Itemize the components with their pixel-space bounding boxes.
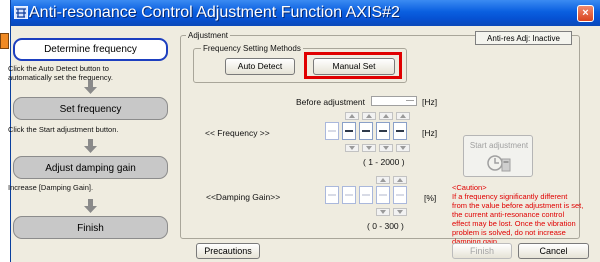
gain-digit (359, 186, 373, 204)
before-adjustment-label: Before adjustment (296, 97, 365, 107)
precautions-button[interactable]: Precautions (196, 243, 260, 259)
anti-res-status-button[interactable]: Anti-res Adj: Inactive (475, 31, 572, 45)
triangle-up-icon (400, 114, 406, 118)
gain-range: ( 0 - 300 ) (367, 221, 404, 231)
title-bar[interactable]: Anti-resonance Control Adjustment Functi… (11, 0, 600, 26)
triangle-up-icon (349, 114, 355, 118)
step-adjust-damping: Adjust damping gain (13, 156, 168, 179)
step-note-determine: Click the Auto Detect button to automati… (8, 64, 113, 82)
triangle-up-icon (366, 114, 372, 118)
frequency-label: << Frequency >> (205, 128, 270, 138)
clock-calculator-icon (487, 155, 511, 172)
step-label: Adjust damping gain (45, 163, 136, 174)
percent-unit-label: [%] (424, 193, 437, 203)
gain-digit (325, 186, 339, 204)
damping-gain-label: <<Damping Gain>> (206, 192, 281, 202)
gain-digit (376, 186, 390, 204)
frequency-down-button[interactable] (379, 144, 393, 152)
down-arrow-icon (84, 80, 97, 94)
hz-unit-label-frequency: [Hz] (422, 128, 438, 138)
step-label: Finish (77, 223, 104, 234)
desktop-icon[interactable] (0, 33, 9, 49)
gain-down-button[interactable] (376, 208, 390, 216)
frequency-digit (342, 122, 356, 140)
frequency-digit (376, 122, 390, 140)
triangle-down-icon (400, 146, 406, 150)
gain-down-button[interactable] (393, 208, 407, 216)
close-button[interactable]: × (577, 5, 594, 22)
before-adjustment-value: ---- (371, 96, 417, 106)
down-arrow-icon (84, 199, 97, 213)
gain-digit (393, 186, 407, 204)
close-icon: × (582, 7, 589, 19)
frequency-down-button[interactable] (345, 144, 359, 152)
app-icon (14, 6, 28, 19)
gain-digit (342, 186, 356, 204)
frequency-up-button[interactable] (345, 112, 359, 120)
triangle-down-icon (380, 210, 386, 214)
auto-detect-button[interactable]: Auto Detect (225, 58, 295, 75)
frequency-up-button[interactable] (362, 112, 376, 120)
adjustment-group-label: Adjustment (186, 31, 231, 40)
step-label: Set frequency (59, 104, 122, 115)
triangle-down-icon (397, 210, 403, 214)
gain-up-button[interactable] (393, 176, 407, 184)
frequency-digit (359, 122, 373, 140)
step-finish: Finish (13, 216, 168, 239)
manual-set-highlight (304, 52, 402, 79)
gain-up-button[interactable] (376, 176, 390, 184)
triangle-down-icon (349, 146, 355, 150)
step-note-set: Click the Start adjustment button. (8, 125, 119, 134)
triangle-up-icon (380, 178, 386, 182)
frequency-up-button[interactable] (396, 112, 410, 120)
frequency-range: ( 1 - 2000 ) (363, 157, 405, 167)
triangle-up-icon (397, 178, 403, 182)
step-label: Determine frequency (44, 44, 137, 55)
start-adjustment-button[interactable]: Start adjustment (463, 135, 533, 177)
start-adjustment-label: Start adjustment (469, 141, 529, 150)
frequency-down-button[interactable] (362, 144, 376, 152)
step-determine-frequency: Determine frequency (13, 38, 168, 61)
triangle-up-icon (383, 114, 389, 118)
frequency-digit (393, 122, 407, 140)
frequency-down-button[interactable] (396, 144, 410, 152)
frequency-methods-label: Frequency Setting Methods (201, 44, 303, 53)
window-title: Anti-resonance Control Adjustment Functi… (29, 4, 400, 21)
triangle-down-icon (366, 146, 372, 150)
triangle-down-icon (383, 146, 389, 150)
step-note-adjust: Increase [Damping Gain]. (8, 183, 94, 192)
frequency-up-button[interactable] (379, 112, 393, 120)
finish-button[interactable]: Finish (452, 243, 512, 259)
hz-unit-label: [Hz] (422, 97, 438, 107)
step-set-frequency: Set frequency (13, 97, 168, 120)
cancel-button[interactable]: Cancel (518, 243, 589, 259)
down-arrow-icon (84, 139, 97, 153)
frequency-digit (325, 122, 339, 140)
caution-text: <Caution> If a frequency significantly d… (452, 183, 584, 246)
